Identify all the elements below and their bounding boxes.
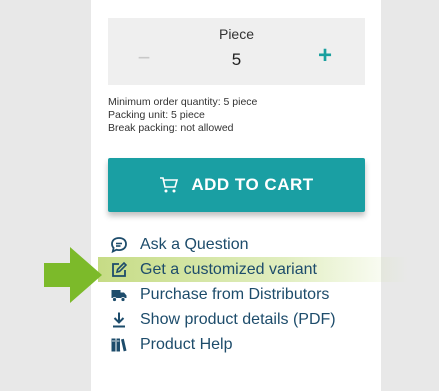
ask-question-link[interactable]: Ask a Question xyxy=(108,232,408,257)
product-help-link[interactable]: Product Help xyxy=(108,332,408,357)
chat-icon xyxy=(108,236,140,254)
customized-variant-link[interactable]: Get a customized variant xyxy=(98,257,408,282)
edit-icon xyxy=(108,261,140,279)
break-packing-text: Break packing: not allowed xyxy=(108,122,234,134)
add-to-cart-label: ADD TO CART xyxy=(191,175,314,194)
packing-unit-text: Packing unit: 5 piece xyxy=(108,109,205,121)
product-details-pdf-link[interactable]: Show product details (PDF) xyxy=(108,307,408,332)
product-help-label: Product Help xyxy=(140,335,233,353)
add-to-cart-button[interactable]: ADD TO CART xyxy=(108,158,365,212)
order-info: Minimum order quantity: 5 piece Packing … xyxy=(108,96,257,135)
increase-quantity-button[interactable]: + xyxy=(314,44,336,68)
product-details-pdf-label: Show product details (PDF) xyxy=(140,310,336,328)
product-links: Ask a Question Get a customized variant … xyxy=(98,232,408,357)
quantity-stepper: Piece − 5 + xyxy=(108,18,365,85)
quantity-unit-label: Piece xyxy=(218,26,255,42)
min-order-text: Minimum order quantity: 5 piece xyxy=(108,96,258,108)
truck-icon xyxy=(108,286,140,304)
green-arrow-icon xyxy=(44,247,102,303)
distributors-label: Purchase from Distributors xyxy=(140,285,330,303)
books-icon xyxy=(108,336,140,354)
cart-icon xyxy=(159,176,179,194)
ask-question-label: Ask a Question xyxy=(140,235,249,253)
distributors-link[interactable]: Purchase from Distributors xyxy=(108,282,408,307)
download-icon xyxy=(108,311,140,329)
customized-variant-label: Get a customized variant xyxy=(140,260,317,278)
